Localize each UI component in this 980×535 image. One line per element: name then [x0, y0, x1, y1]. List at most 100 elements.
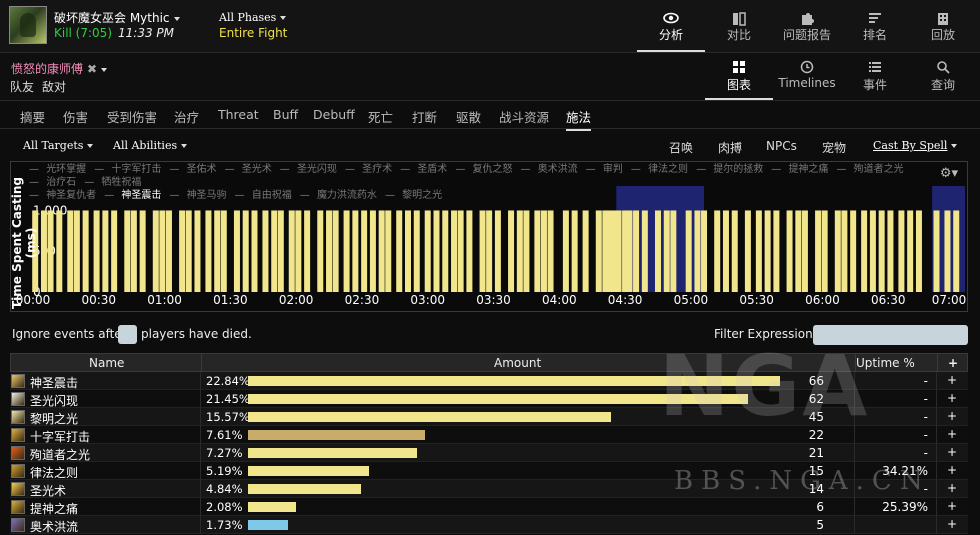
cast-bar[interactable] [815, 210, 822, 292]
cast-bar[interactable] [352, 210, 359, 292]
cast-bar[interactable] [233, 210, 240, 292]
cast-by-dropdown[interactable]: Cast By Spell [873, 139, 958, 152]
cast-bar[interactable] [685, 210, 692, 292]
cast-bar[interactable] [663, 210, 670, 292]
cast-bar[interactable] [179, 210, 186, 292]
cast-bar[interactable] [326, 210, 333, 292]
cast-bar[interactable] [953, 210, 960, 292]
cast-bar[interactable] [396, 210, 403, 292]
spell-name[interactable]: 律法之则 [30, 464, 78, 481]
spell-name[interactable]: 殉道者之光 [30, 446, 90, 463]
cast-bar[interactable] [159, 210, 166, 292]
filter-pets[interactable]: 宠物 [822, 139, 846, 156]
cast-bar[interactable] [878, 210, 885, 292]
cast-bar[interactable] [205, 210, 212, 292]
cast-bar[interactable] [40, 210, 47, 292]
player-selector[interactable]: 愤怒的康师傅 ✖ [11, 60, 108, 77]
cast-bar[interactable] [262, 210, 269, 292]
view-timelines[interactable]: Timelines [773, 53, 841, 100]
cast-bar[interactable] [821, 210, 828, 292]
chevron-down-icon[interactable] [101, 67, 108, 72]
legend-item-b-2[interactable]: — 神圣马驹 [169, 190, 230, 201]
cast-bar[interactable] [152, 210, 159, 292]
cast-bar[interactable] [626, 210, 633, 292]
cast-bar[interactable] [764, 210, 771, 292]
table-row[interactable]: 殉道者之光 7.27% 21 - + [10, 444, 968, 462]
cast-bar[interactable] [486, 210, 493, 292]
nav-compare[interactable]: 对比 [705, 0, 773, 52]
cast-bar[interactable] [242, 210, 249, 292]
expand-row-button[interactable]: + [947, 463, 957, 477]
cast-bar[interactable] [214, 210, 221, 292]
cast-bar[interactable] [534, 210, 541, 292]
cast-bar[interactable] [834, 210, 841, 292]
nav-replay[interactable]: 回放 [909, 0, 977, 52]
legend-item-2[interactable]: — 圣佑术 [169, 164, 220, 175]
cast-bar[interactable] [56, 210, 63, 292]
cast-bar[interactable] [898, 210, 905, 292]
phase-selector[interactable]: All Phases [219, 11, 287, 24]
tab-buffs[interactable]: Buff [273, 107, 298, 122]
cast-bar[interactable] [369, 210, 376, 292]
col-name[interactable]: Name [89, 356, 124, 370]
cast-bar[interactable] [562, 210, 569, 292]
cast-bar[interactable] [508, 210, 515, 292]
spell-name[interactable]: 神圣震击 [30, 374, 78, 391]
cast-bar[interactable] [722, 210, 729, 292]
cast-bar[interactable] [251, 210, 258, 292]
legend-item-b-3[interactable]: — 自由祝福 [235, 190, 296, 201]
cast-bar[interactable] [343, 210, 350, 292]
cast-bar[interactable] [317, 210, 324, 292]
cast-bar[interactable] [933, 210, 940, 292]
abilities-dropdown[interactable]: All Abilities [113, 139, 188, 152]
cast-bar[interactable] [915, 210, 922, 292]
cast-bar[interactable] [944, 210, 951, 292]
tab-resources[interactable]: 战斗资源 [499, 107, 549, 126]
expand-row-button[interactable]: + [947, 391, 957, 405]
spell-name[interactable]: 圣光闪现 [30, 392, 78, 409]
cast-bar[interactable] [869, 210, 876, 292]
tab-dispels[interactable]: 驱散 [456, 107, 481, 126]
legend-item-1[interactable]: — 十字军打击 [94, 164, 165, 175]
table-row[interactable]: 奥术洪流 1.73% 5 + [10, 516, 968, 534]
cast-bar[interactable] [615, 210, 622, 292]
nav-analyze[interactable]: 分析 [637, 0, 705, 52]
cast-bar[interactable] [220, 210, 227, 292]
team-friendly[interactable]: 队友 [10, 80, 34, 94]
view-query[interactable]: 查询 [909, 53, 977, 100]
cast-bar[interactable] [457, 210, 464, 292]
legend-item-7[interactable]: — 复仇之怒 [455, 164, 516, 175]
cast-bar[interactable] [907, 210, 914, 292]
cast-bar[interactable] [442, 210, 449, 292]
cast-bar[interactable] [93, 210, 100, 292]
tab-debuffs[interactable]: Debuff [313, 107, 355, 122]
cast-bar[interactable] [73, 210, 80, 292]
cast-bar[interactable] [694, 210, 701, 292]
cast-bar[interactable] [277, 210, 284, 292]
cast-bar[interactable] [165, 210, 172, 292]
view-events[interactable]: 事件 [841, 53, 909, 100]
cast-bar[interactable] [714, 210, 721, 292]
tab-interrupts[interactable]: 打断 [412, 107, 437, 126]
expand-row-button[interactable]: + [947, 481, 957, 495]
cast-bar[interactable] [595, 210, 602, 292]
cast-bar[interactable] [861, 210, 868, 292]
expand-row-button[interactable]: + [947, 409, 957, 423]
cast-bar[interactable] [540, 210, 547, 292]
tab-damage-taken[interactable]: 受到伤害 [107, 107, 157, 126]
cast-bar[interactable] [194, 210, 201, 292]
cast-bar[interactable] [295, 210, 302, 292]
cast-bar[interactable] [185, 210, 192, 292]
team-hostile[interactable]: 敌对 [42, 80, 66, 94]
gear-icon[interactable]: ⚙▾ [940, 166, 958, 181]
cast-bar[interactable] [82, 210, 89, 292]
cast-bar[interactable] [67, 210, 74, 292]
filter-summons[interactable]: 召唤 [669, 139, 693, 156]
cast-bar[interactable] [670, 210, 677, 292]
cast-bar[interactable] [795, 210, 802, 292]
cast-bar[interactable] [582, 210, 589, 292]
legend-item-8[interactable]: — 奥术洪流 [521, 164, 582, 175]
cast-bar[interactable] [731, 210, 738, 292]
spell-name[interactable]: 圣光术 [30, 482, 66, 499]
spell-name[interactable]: 提神之痛 [30, 500, 78, 517]
